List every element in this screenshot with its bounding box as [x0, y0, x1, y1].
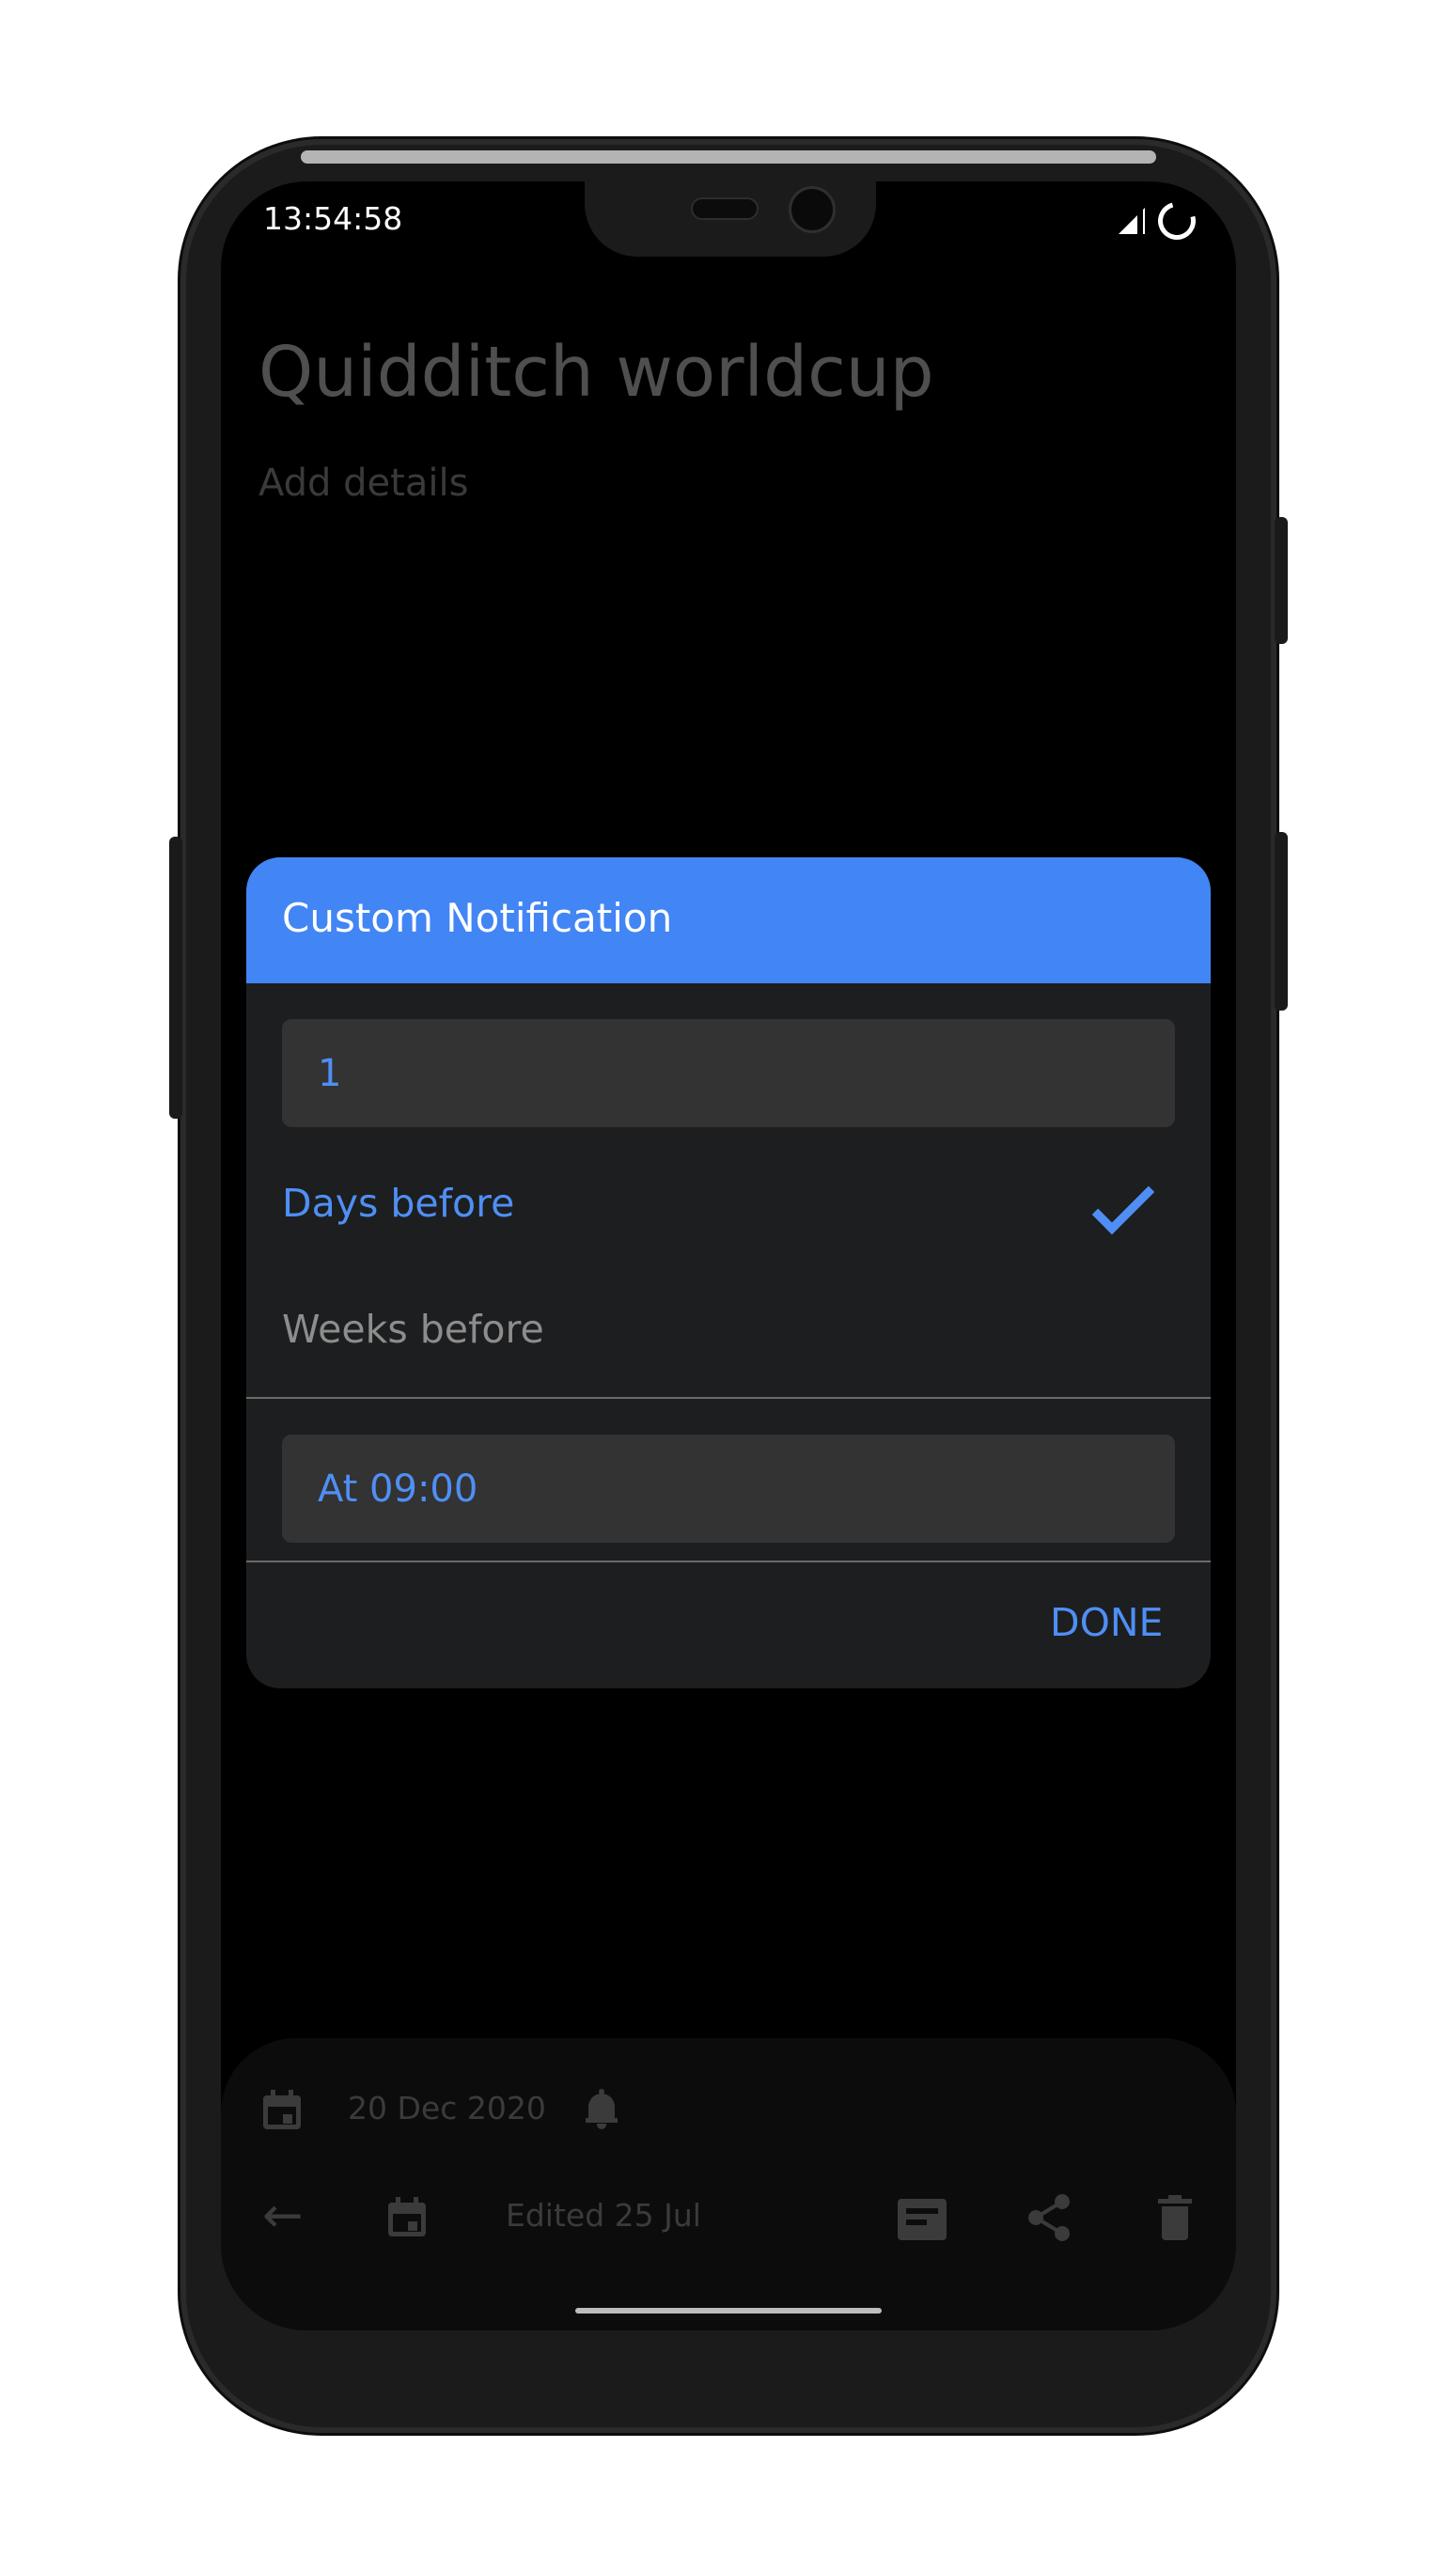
amount-input[interactable]: [282, 1019, 1175, 1127]
speaker: [691, 197, 759, 220]
calendar-icon[interactable]: [388, 2197, 426, 2236]
power-button: [1275, 832, 1288, 1011]
share-icon[interactable]: [1027, 2193, 1071, 2242]
dialog-header: Custom Notification: [246, 857, 1211, 983]
volume-button: [169, 837, 182, 1119]
option-days-before[interactable]: Days before: [282, 1181, 514, 1226]
back-arrow-icon[interactable]: ←: [262, 2191, 304, 2240]
home-indicator[interactable]: [575, 2308, 882, 2314]
option-weeks-before[interactable]: Weeks before: [282, 1307, 544, 1352]
note-details-field[interactable]: Add details: [258, 462, 468, 505]
divider: [246, 1561, 1211, 1562]
custom-notification-dialog: Custom Notification Days before Weeks be…: [246, 857, 1211, 1688]
note-title[interactable]: Quidditch worldcup: [258, 332, 934, 413]
phone-highlight: [301, 150, 1156, 164]
loading-icon: [1151, 195, 1203, 247]
side-button-upper: [1275, 517, 1288, 644]
time-picker-field[interactable]: At 09:00: [282, 1435, 1175, 1543]
dialog-title: Custom Notification: [282, 895, 673, 941]
signal-icon-gap: [1137, 208, 1143, 234]
archive-icon[interactable]: [898, 2199, 947, 2240]
calendar-icon[interactable]: [263, 2090, 301, 2129]
divider: [246, 1397, 1211, 1399]
bottom-panel: [221, 2038, 1236, 2330]
front-camera: [789, 186, 836, 233]
edited-timestamp: Edited 25 Jul: [506, 2197, 701, 2234]
time-label: At 09:00: [318, 1467, 478, 1511]
due-date[interactable]: 20 Dec 2020: [348, 2090, 546, 2126]
done-button[interactable]: DONE: [1050, 1600, 1163, 1645]
bell-icon[interactable]: [586, 2088, 618, 2129]
trash-icon[interactable]: [1158, 2195, 1192, 2240]
status-time: 13:54:58: [263, 200, 403, 237]
check-icon: [1091, 1171, 1155, 1235]
